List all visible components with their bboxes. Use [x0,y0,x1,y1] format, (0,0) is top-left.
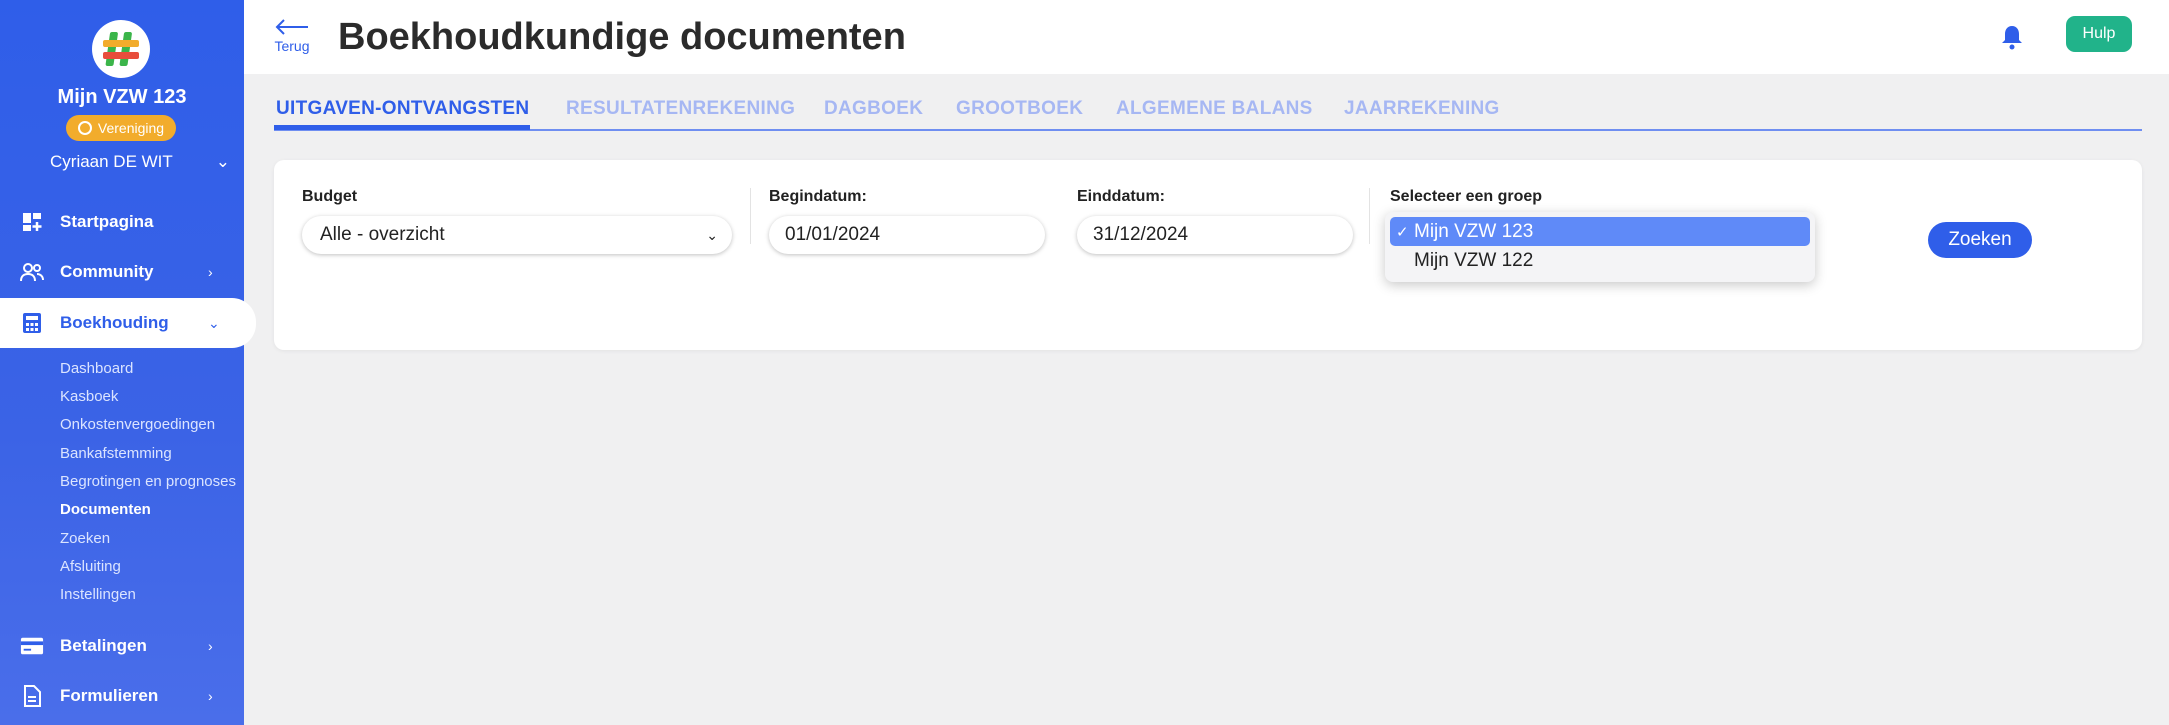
page-header: Terug Boekhoudkundige documenten Hulp [244,0,2169,74]
tab-uitgaven-ontvangsten[interactable]: UITGAVEN-ONTVANGSTEN [276,98,529,120]
start-date-input[interactable]: 01/01/2024 [769,216,1045,254]
badge-label: Vereniging [97,120,165,136]
end-date-label: Einddatum: [1077,188,1165,205]
nav-label: Community [60,262,154,281]
nav-label: Startpagina [60,212,154,231]
chevron-down-icon: ⌄ [208,314,220,331]
sub-item-instellingen[interactable]: Instellingen [60,586,136,603]
tab-dagboek[interactable]: DAGBOEK [824,98,923,120]
checkmark-icon: ✓ [1396,223,1409,241]
org-type-badge: Vereniging [66,115,176,141]
sub-item-bankafstemming[interactable]: Bankafstemming [60,445,172,462]
chevron-right-icon: › [208,264,213,280]
group-option[interactable]: Mijn VZW 122 [1390,246,1810,275]
org-logo [92,20,150,78]
bell-icon[interactable] [2000,24,2024,55]
sub-item-kasboek[interactable]: Kasboek [60,388,118,405]
nav-item-startpagina[interactable]: Startpagina [0,199,244,245]
user-name: Cyriaan DE WIT [50,152,173,171]
option-label: Mijn VZW 123 [1414,220,1534,242]
sub-item-onkostenvergoedingen[interactable]: Onkostenvergoedingen [60,416,215,433]
nav-item-betalingen[interactable]: Betalingen › [0,623,244,669]
org-name: Mijn VZW 123 [57,86,187,108]
sub-item-begrotingen[interactable]: Begrotingen en prognoses [60,473,236,490]
budget-value: Alle - overzicht [320,224,445,245]
tab-algemene-balans[interactable]: ALGEMENE BALANS [1116,98,1313,120]
vereniging-icon [77,121,92,135]
nav-label: Formulieren [60,686,159,705]
back-button[interactable]: Terug [272,18,312,54]
group-dropdown[interactable]: ✓ Mijn VZW 123 Mijn VZW 122 [1385,212,1815,282]
tab-resultatenrekening[interactable]: RESULTATENREKENING [566,98,795,120]
end-date-input[interactable]: 31/12/2024 [1077,216,1353,254]
user-switcher[interactable]: Cyriaan DE WIT ⌄ [50,152,230,172]
active-tab-indicator [274,125,530,130]
nav-item-boekhouding[interactable]: Boekhouding ⌄ [0,298,256,348]
end-date-value: 31/12/2024 [1093,224,1189,245]
page-title: Boekhoudkundige documenten [338,16,906,58]
group-label: Selecteer een groep [1390,188,1543,205]
help-button[interactable]: Hulp [2066,16,2132,52]
back-label: Terug [274,38,310,54]
document-icon [20,684,44,708]
group-option-selected[interactable]: ✓ Mijn VZW 123 [1390,217,1810,246]
credit-card-icon [20,634,44,658]
tab-jaarrekening[interactable]: JAARREKENING [1344,98,1500,120]
nav-item-formulieren[interactable]: Formulieren › [0,673,244,719]
sub-item-afsluiting[interactable]: Afsluiting [60,558,121,575]
sub-item-zoeken[interactable]: Zoeken [60,530,110,547]
start-date-label: Begindatum: [769,188,867,205]
chevron-right-icon: › [208,638,213,654]
sub-item-dashboard[interactable]: Dashboard [60,360,133,377]
start-date-value: 01/01/2024 [785,224,881,245]
chevron-down-icon: ⌄ [215,152,230,171]
nav-item-community[interactable]: Community › [0,249,244,295]
users-icon [20,260,44,284]
calculator-icon [20,311,44,335]
option-label: Mijn VZW 122 [1414,249,1534,271]
nav-label: Boekhouding [60,313,169,332]
sidebar: Mijn VZW 123 Vereniging Cyriaan DE WIT ⌄… [0,0,256,725]
filter-card: Budget Alle - overzicht ⌄ Begindatum: 01… [274,160,2142,350]
dashboard-icon [20,210,44,234]
nav-label: Betalingen [60,636,147,655]
budget-select[interactable]: Alle - overzicht ⌄ [302,216,732,254]
hashtag-logo-icon [103,32,139,66]
divider [1369,188,1370,244]
tab-grootboek[interactable]: GROOTBOEK [956,98,1083,120]
search-button[interactable]: Zoeken [1928,222,2032,258]
arrow-left-icon [275,19,308,35]
divider [750,188,751,244]
sub-item-documenten[interactable]: Documenten [60,501,151,518]
budget-label: Budget [302,188,358,205]
chevron-down-icon: ⌄ [706,226,718,243]
document-tabs: UITGAVEN-ONTVANGSTEN RESULTATENREKENING … [274,96,2142,131]
chevron-right-icon: › [208,688,213,704]
